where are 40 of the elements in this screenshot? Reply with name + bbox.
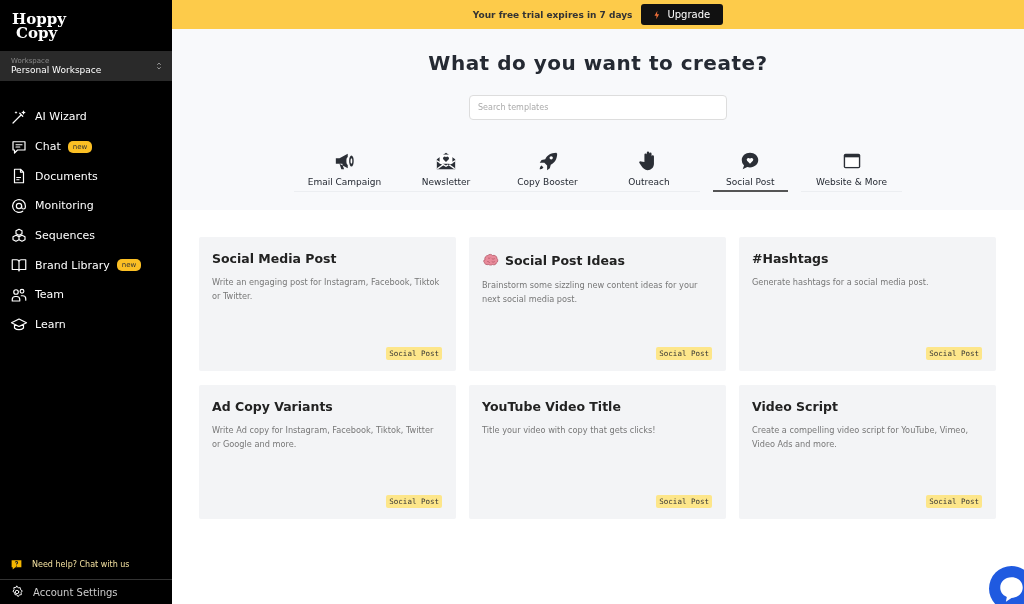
card-description: Create a compelling video script for YouTube, Vimeo, Video Ads and more. — [752, 424, 970, 451]
category-tab[interactable]: Newsletter — [395, 150, 497, 192]
card-description: Title your video with copy that gets clicks! — [482, 424, 657, 437]
category-tab[interactable]: Copy Booster — [496, 150, 599, 192]
card-description: Brainstorm some sizzling new content ideas for your next social media post. — [482, 279, 699, 306]
search-field[interactable]: Search templates — [469, 95, 727, 120]
nav-item[interactable]: Documents — [0, 161, 172, 192]
workspace-name: Personal Workspace — [11, 65, 102, 75]
chevron-up-down-icon — [154, 61, 164, 71]
category-tab[interactable]: Social Post — [712, 150, 788, 192]
card-title: YouTube Video Title — [482, 399, 621, 414]
card-title: Ad Copy Variants — [212, 399, 333, 414]
card-title: Social Post Ideas — [505, 252, 625, 268]
envelope-heart-icon — [435, 150, 457, 172]
nav-item[interactable]: Monitoring — [0, 191, 172, 221]
page-heading: What do you want to create? — [428, 51, 768, 75]
nav-item[interactable]: Sequences — [0, 220, 172, 251]
gear-icon — [10, 585, 24, 599]
nav-item[interactable]: Team — [0, 280, 172, 310]
at-sign-icon — [10, 196, 28, 215]
category-tab[interactable]: Website & More — [800, 150, 903, 192]
nav-item[interactable]: AI Wizard — [0, 102, 172, 132]
cubes-icon — [10, 226, 28, 245]
card-description: Write an engaging post for Instagram, Facebook, Tiktok or Twitter. — [212, 276, 441, 303]
trial-message: Your free trial expires in 7 days — [472, 9, 633, 20]
card-description: Generate hashtags for a social media post. — [752, 276, 930, 289]
nav-item[interactable]: Learn — [0, 309, 172, 340]
category-tab[interactable]: Outreach — [598, 150, 700, 192]
help-bubble-icon — [10, 558, 23, 571]
account-settings-link[interactable]: Account Settings — [0, 580, 172, 604]
logo[interactable]: Hoppy Copy — [0, 0, 66, 51]
card-title: Social Media Post — [212, 251, 337, 266]
brain-icon — [482, 251, 500, 269]
card-title: #Hashtags — [752, 251, 829, 266]
wand-icon — [10, 107, 28, 126]
card-title: Video Script — [752, 399, 838, 414]
category-tab[interactable]: Email Campaign — [293, 150, 396, 192]
upgrade-button[interactable]: Upgrade — [641, 4, 724, 25]
card-description: Write Ad copy for Instagram, Facebook, Tiktok, Twitter or Google and more. — [212, 424, 435, 451]
help-link[interactable]: Need help? Chat with us — [0, 558, 172, 580]
